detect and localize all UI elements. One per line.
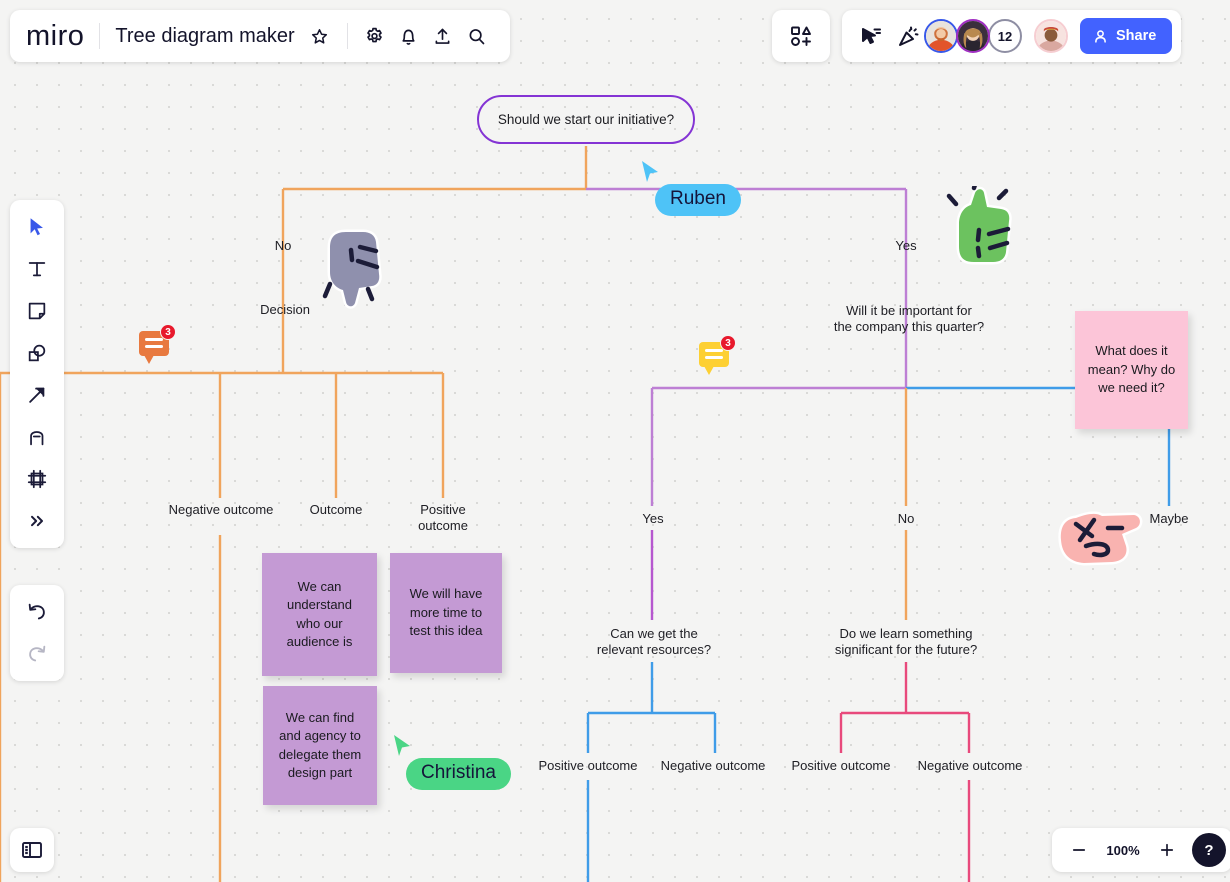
frames-panel-button[interactable] [772, 10, 830, 62]
label-negative-outcome-1[interactable]: Negative outcome [169, 502, 274, 518]
share-button[interactable]: Share [1080, 18, 1173, 54]
text-icon [28, 262, 46, 277]
tools-toolbar [10, 200, 64, 548]
pen-icon [30, 431, 44, 446]
collaborator-count-badge[interactable]: 12 [988, 19, 1022, 53]
label-question-learn[interactable]: Do we learn something significant for th… [835, 626, 977, 658]
root-node-text: Should we start our initiative? [497, 112, 675, 127]
comment-count: 3 [160, 324, 176, 340]
share-button-label: Share [1116, 28, 1157, 44]
thumbs-up-icon[interactable] [944, 186, 1022, 266]
comment-count: 3 [720, 335, 736, 351]
avatar-image [958, 21, 988, 51]
redo-icon [29, 645, 46, 662]
search-icon[interactable] [460, 19, 494, 53]
more-icon [31, 515, 43, 527]
zoom-out-button[interactable] [1062, 833, 1096, 867]
comment-badge-orange[interactable]: 3 [139, 324, 176, 365]
miro-logo[interactable]: miro [26, 20, 84, 53]
pen-tool[interactable] [17, 417, 57, 457]
cursor-share-icon[interactable] [854, 19, 888, 53]
label-negative-outcome-2[interactable]: Negative outcome [661, 758, 766, 774]
history-toolbar [10, 585, 64, 681]
arrow-icon [29, 387, 45, 403]
avatar-collaborator-1[interactable] [924, 19, 958, 53]
panel-toggle-icon [22, 842, 42, 858]
zoom-toolbar: 100% ? [1052, 828, 1230, 872]
text-tool[interactable] [17, 249, 57, 289]
frame-icon [27, 469, 47, 489]
label-outcome-1[interactable]: Outcome [310, 502, 363, 518]
cursor-arrow-icon [642, 161, 658, 182]
cursor-label-christina: Christina [406, 758, 511, 790]
divider [99, 23, 101, 49]
star-icon[interactable] [303, 19, 337, 53]
thumbs-down-icon[interactable] [316, 228, 386, 310]
label-yes-right[interactable]: Yes [895, 238, 916, 254]
redo-button[interactable] [17, 634, 57, 674]
miro-board-app: Should we start our initiative? No Decis… [0, 0, 1230, 882]
more-tools[interactable] [17, 501, 57, 541]
help-button[interactable]: ? [1192, 833, 1226, 867]
cursor-label-ruben: Ruben [655, 184, 741, 216]
pointing-hand-icon[interactable] [1056, 506, 1146, 572]
label-question-resources[interactable]: Can we get the relevant resources? [597, 626, 711, 658]
plus-icon [1160, 843, 1174, 857]
board-canvas[interactable]: Should we start our initiative? No Decis… [0, 0, 1230, 882]
select-tool[interactable] [17, 207, 57, 247]
label-question-quarter[interactable]: Will it be important for the company thi… [834, 303, 984, 335]
avatar-current-user[interactable] [1034, 19, 1068, 53]
sticky-note-meaning[interactable]: What does it mean? Why do we need it? [1075, 311, 1188, 429]
cursor-select-icon [30, 218, 43, 236]
label-yes-mid[interactable]: Yes [642, 511, 663, 527]
upload-icon[interactable] [426, 19, 460, 53]
label-maybe[interactable]: Maybe [1149, 511, 1188, 527]
connector-tool[interactable] [17, 375, 57, 415]
cursor-arrow-icon [394, 735, 410, 756]
label-positive-outcome-2[interactable]: Positive outcome [539, 758, 638, 774]
label-positive-outcome-3[interactable]: Positive outcome [792, 758, 891, 774]
label-decision[interactable]: Decision [260, 302, 310, 318]
party-popper-icon[interactable] [892, 19, 926, 53]
label-negative-outcome-3[interactable]: Negative outcome [918, 758, 1023, 774]
avatar-image [1036, 21, 1066, 51]
gear-icon[interactable] [358, 19, 392, 53]
sticky-note-audience[interactable]: We can understand who our audience is [262, 553, 377, 676]
label-no-left[interactable]: No [275, 238, 292, 254]
frames-icon [791, 26, 811, 46]
board-title[interactable]: Tree diagram maker [115, 25, 294, 48]
avatar-collaborator-2[interactable] [956, 19, 990, 53]
bell-icon[interactable] [392, 19, 426, 53]
zoom-in-button[interactable] [1150, 833, 1184, 867]
person-icon [1095, 29, 1106, 43]
label-positive-outcome-1[interactable]: Positive outcome [418, 502, 468, 534]
minus-icon [1072, 849, 1086, 851]
sticky-note-tool[interactable] [17, 291, 57, 331]
sticky-note-agency[interactable]: We can find and agency to delegate them … [263, 686, 377, 805]
top-bar-right: 12 Share [842, 10, 1182, 62]
frame-tool[interactable] [17, 459, 57, 499]
undo-icon [28, 603, 45, 620]
comment-badge-yellow[interactable]: 3 [699, 335, 736, 376]
shapes-icon [28, 344, 46, 362]
divider [346, 23, 348, 49]
sticky-note-time[interactable]: We will have more time to test this idea [390, 553, 502, 673]
top-bar-left: miro Tree diagram maker [10, 10, 510, 62]
shapes-tool[interactable] [17, 333, 57, 373]
avatar-image [926, 21, 956, 51]
sticky-note-icon [28, 302, 46, 320]
root-node[interactable]: Should we start our initiative? [477, 95, 695, 144]
undo-button[interactable] [17, 592, 57, 632]
zoom-level-value[interactable]: 100% [1100, 843, 1146, 858]
panel-toggle-button[interactable] [10, 828, 54, 872]
label-no-mid[interactable]: No [898, 511, 915, 527]
